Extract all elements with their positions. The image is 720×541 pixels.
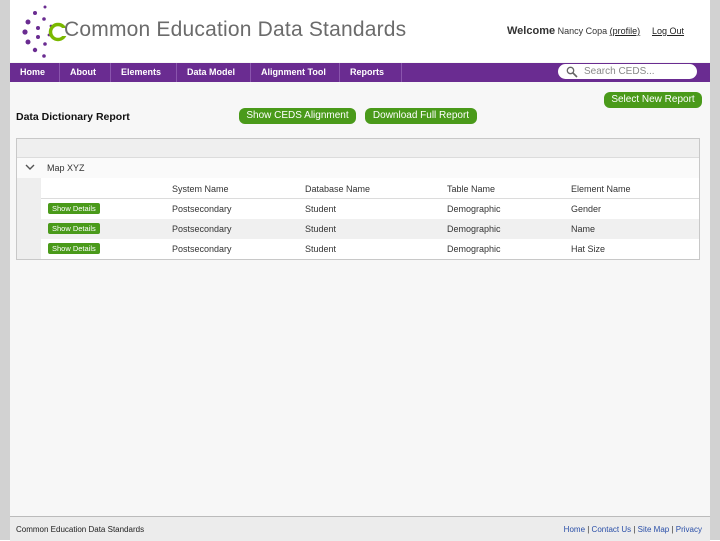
cell-system-name: Postsecondary [172, 204, 232, 214]
cell-database-name: Student [305, 244, 337, 254]
logo-dots-icon [22, 5, 68, 58]
show-details-button[interactable]: Show Details [48, 243, 100, 254]
nav-elements[interactable]: Elements [111, 63, 177, 82]
grid-header-row: System Name Database Name Table Name Ele… [41, 178, 699, 199]
right-margin [710, 0, 720, 540]
cell-database-name: Student [305, 204, 337, 214]
ceds-logo[interactable]: Common Education Data Standards [20, 4, 406, 60]
cell-table-name: Demographic [447, 224, 501, 234]
welcome-block: Welcome Nancy Copa (profile) [507, 25, 640, 37]
welcome-label: Welcome [507, 25, 556, 37]
footer-link-site-map[interactable]: Site Map [638, 525, 670, 534]
grid-gutter [17, 178, 41, 259]
table-row: Show Details Postsecondary Student Demog… [41, 239, 699, 259]
site-footer: Common Education Data Standards Home | C… [10, 516, 710, 541]
cell-element-name: Hat Size [571, 244, 606, 254]
group-label: Map XYZ [47, 163, 85, 173]
site-header: Common Education Data Standards Welcome … [10, 0, 710, 62]
column-header-system-name[interactable]: System Name [172, 184, 229, 194]
cell-element-name: Name [571, 224, 596, 234]
cell-table-name: Demographic [447, 244, 501, 254]
nav-alignment-tool[interactable]: Alignment Tool [251, 63, 340, 82]
report-grid: Map XYZ System Name Database Name Table … [16, 138, 700, 260]
group-row[interactable]: Map XYZ [17, 158, 699, 179]
footer-link-privacy[interactable]: Privacy [676, 525, 702, 534]
footer-link-home[interactable]: Home [564, 525, 585, 534]
nav-data-model[interactable]: Data Model [177, 63, 251, 82]
cell-system-name: Postsecondary [172, 224, 232, 234]
left-margin [0, 0, 10, 540]
search-input[interactable]: Search CEDS... [558, 64, 697, 79]
page: Common Education Data Standards Welcome … [10, 0, 710, 541]
footer-org-name: Common Education Data Standards [16, 525, 145, 534]
cell-table-name: Demographic [447, 204, 501, 214]
column-header-table-name[interactable]: Table Name [447, 184, 495, 194]
cell-system-name: Postsecondary [172, 244, 232, 254]
footer-links: Home | Contact Us | Site Map | Privacy [564, 525, 702, 534]
table-row: Show Details Postsecondary Student Demog… [41, 219, 699, 239]
show-details-button[interactable]: Show Details [48, 223, 100, 234]
column-header-element-name[interactable]: Element Name [571, 184, 631, 194]
download-full-report-button[interactable]: Download Full Report [365, 108, 477, 124]
search-icon [566, 66, 578, 78]
logo-text: Common Education Data Standards [64, 18, 407, 41]
table-row: Show Details Postsecondary Student Demog… [41, 199, 699, 219]
nav-home[interactable]: Home [10, 63, 60, 82]
select-new-report-button[interactable]: Select New Report [604, 92, 702, 108]
footer-link-contact-us[interactable]: Contact Us [592, 525, 632, 534]
nav-about[interactable]: About [60, 63, 111, 82]
chevron-down-icon[interactable] [25, 163, 35, 171]
nav-reports[interactable]: Reports [340, 63, 402, 82]
cell-database-name: Student [305, 224, 337, 234]
column-header-database-name[interactable]: Database Name [305, 184, 370, 194]
user-name: Nancy Copa [557, 26, 608, 36]
main-nav: Home About Elements Data Model Alignment… [10, 63, 710, 82]
profile-link[interactable]: (profile) [610, 26, 641, 36]
page-title: Data Dictionary Report [16, 111, 130, 123]
grid-body: System Name Database Name Table Name Ele… [41, 178, 699, 259]
grid-toolbar [17, 139, 699, 158]
logout-link[interactable]: Log Out [652, 26, 684, 36]
show-details-button[interactable]: Show Details [48, 203, 100, 214]
search-placeholder: Search CEDS... [584, 66, 655, 77]
show-ceds-alignment-button[interactable]: Show CEDS Alignment [239, 108, 356, 124]
cell-element-name: Gender [571, 204, 602, 214]
